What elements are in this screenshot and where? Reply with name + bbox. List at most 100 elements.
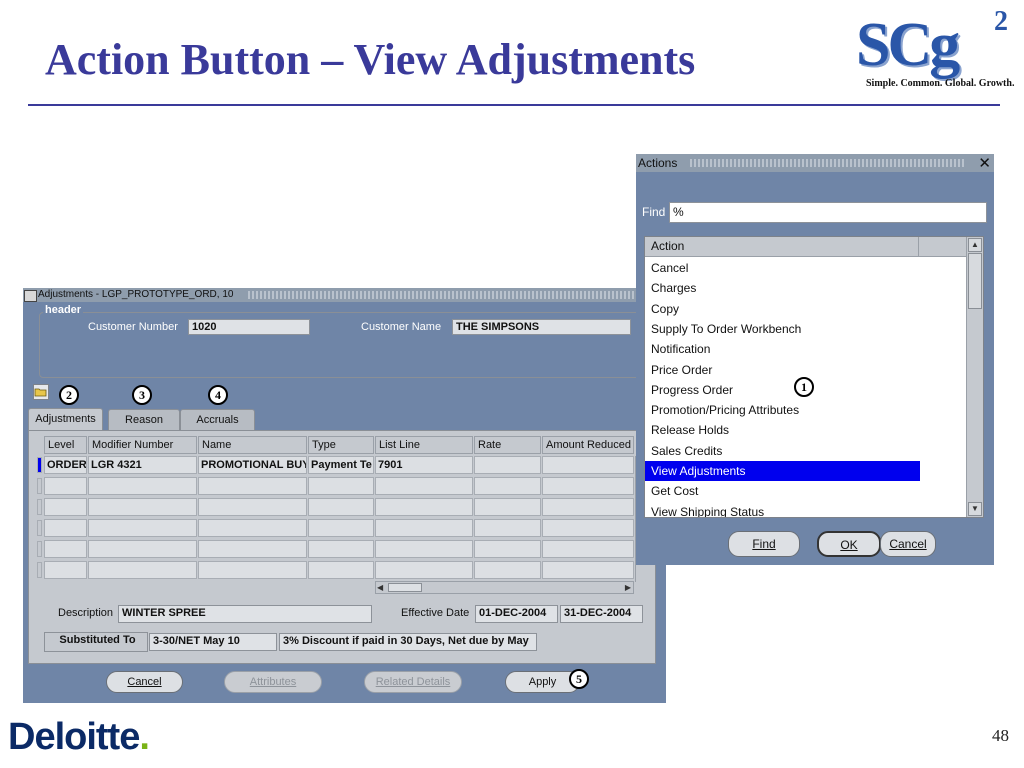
action-list-item[interactable]: View Shipping Status (645, 502, 920, 517)
action-list-item[interactable]: Cancel (645, 258, 920, 278)
action-list-item[interactable]: View Adjustments (645, 461, 920, 481)
row-indicator[interactable] (37, 478, 42, 494)
action-list-item[interactable]: Sales Credits (645, 441, 920, 461)
row-indicator[interactable] (37, 520, 42, 536)
effective-date-label: Effective Date (401, 607, 470, 619)
table-cell[interactable] (474, 498, 541, 516)
tab-reason[interactable]: Reason (108, 409, 180, 430)
table-cell[interactable] (198, 519, 307, 537)
close-icon[interactable]: ✕ (978, 154, 991, 172)
table-cell[interactable]: ORDER (44, 456, 87, 474)
table-cell[interactable] (198, 477, 307, 495)
page-number: 48 (992, 726, 1009, 745)
find-label: Find (642, 205, 666, 219)
actions-scroll-thumb[interactable] (968, 253, 982, 309)
table-cell[interactable] (198, 561, 307, 579)
dialog-cancel-button[interactable]: Cancel (880, 531, 936, 557)
table-cell[interactable] (375, 540, 473, 558)
table-cell[interactable] (474, 477, 541, 495)
header-group-label: header (43, 304, 84, 316)
related-details-button[interactable]: Related Details (364, 671, 462, 693)
substituted-to-description[interactable]: 3% Discount if paid in 30 Days, Net due … (279, 633, 537, 651)
action-list-item[interactable]: Promotion/Pricing Attributes (645, 400, 920, 420)
table-cell[interactable] (88, 498, 197, 516)
row-indicator[interactable] (37, 541, 42, 557)
table-cell[interactable] (474, 456, 541, 474)
table-cell[interactable] (474, 540, 541, 558)
adjustments-body: header Customer Number 1020 Customer Nam… (27, 304, 661, 664)
table-cell[interactable] (375, 477, 473, 495)
attributes-button[interactable]: Attributes (224, 671, 322, 693)
table-cell[interactable] (542, 540, 634, 558)
row-indicator[interactable] (37, 457, 42, 473)
table-cell[interactable] (308, 540, 374, 558)
table-cell[interactable] (198, 540, 307, 558)
callout-1: 1 (794, 377, 814, 397)
table-cell[interactable] (375, 498, 473, 516)
table-cell[interactable] (44, 540, 87, 558)
description-field[interactable]: WINTER SPREE (118, 605, 372, 623)
table-cell[interactable] (88, 519, 197, 537)
table-cell[interactable] (88, 477, 197, 495)
action-list-item[interactable]: Progress Order (645, 380, 920, 400)
table-cell[interactable] (44, 498, 87, 516)
table-cell[interactable] (542, 519, 634, 537)
table-cell[interactable] (88, 561, 197, 579)
action-column-header: Action (645, 237, 919, 256)
effective-date-to[interactable]: 31-DEC-2004 (560, 605, 643, 623)
actions-list: Action Cancel Charges Copy Supply To Order … (644, 236, 984, 518)
tab-accruals[interactable]: Accruals (180, 409, 255, 430)
action-list-item[interactable]: Price Order (645, 360, 920, 380)
grid-horizontal-scrollbar[interactable]: ◀ ▶ (375, 581, 634, 594)
action-list-item[interactable]: Notification (645, 339, 920, 359)
cancel-button[interactable]: Cancel (106, 671, 183, 693)
table-cell[interactable]: PROMOTIONAL BUY (198, 456, 307, 474)
action-list-item[interactable]: Copy (645, 299, 920, 319)
oracle-app-icon (24, 290, 37, 302)
table-cell[interactable] (308, 519, 374, 537)
table-cell[interactable] (474, 519, 541, 537)
table-cell[interactable] (542, 561, 634, 579)
table-cell[interactable] (375, 519, 473, 537)
scg-logo-letters: SCg (856, 11, 960, 79)
table-cell[interactable] (44, 519, 87, 537)
scroll-left-icon[interactable]: ◀ (377, 583, 383, 592)
table-cell[interactable] (542, 456, 634, 474)
table-cell[interactable] (474, 561, 541, 579)
effective-date-from[interactable]: 01-DEC-2004 (475, 605, 558, 623)
table-cell[interactable] (308, 498, 374, 516)
folder-open-icon[interactable] (33, 384, 49, 400)
scroll-right-icon[interactable]: ▶ (625, 583, 631, 592)
actions-titlebar[interactable]: Actions ✕ (636, 154, 994, 172)
actions-list-scrollbar[interactable]: ▲ ▼ (966, 237, 983, 517)
table-cell[interactable] (88, 540, 197, 558)
table-cell[interactable]: LGR 4321 (88, 456, 197, 474)
table-cell[interactable]: 7901 (375, 456, 473, 474)
substituted-to-value[interactable]: 3-30/NET May 10 (149, 633, 277, 651)
table-cell[interactable] (542, 477, 634, 495)
table-cell[interactable] (308, 561, 374, 579)
action-list-item[interactable]: Get Cost (645, 481, 920, 501)
adjustments-titlebar[interactable]: Adjustments - LGP_PROTOTYPE_ORD, 10 (23, 288, 666, 302)
customer-number-field[interactable]: 1020 (188, 319, 310, 335)
action-list-item[interactable]: Charges (645, 278, 920, 298)
row-indicator[interactable] (37, 499, 42, 515)
find-button[interactable]: Find (728, 531, 800, 557)
action-list-item[interactable]: Supply To Order Workbench (645, 319, 920, 339)
table-cell[interactable]: Payment Te (308, 456, 374, 474)
table-cell[interactable] (44, 477, 87, 495)
ok-button[interactable]: OK (817, 531, 881, 557)
action-list-item[interactable]: Release Holds (645, 420, 920, 440)
scroll-thumb[interactable] (388, 583, 422, 592)
table-cell[interactable] (308, 477, 374, 495)
customer-name-field[interactable]: THE SIMPSONS (452, 319, 631, 335)
table-cell[interactable] (44, 561, 87, 579)
table-cell[interactable] (198, 498, 307, 516)
scroll-down-icon[interactable]: ▼ (968, 502, 982, 516)
find-input[interactable]: % (669, 202, 987, 223)
table-cell[interactable] (542, 498, 634, 516)
row-indicator[interactable] (37, 562, 42, 578)
tab-adjustments[interactable]: Adjustments (28, 408, 103, 431)
table-cell[interactable] (375, 561, 473, 579)
scroll-up-icon[interactable]: ▲ (968, 238, 982, 252)
